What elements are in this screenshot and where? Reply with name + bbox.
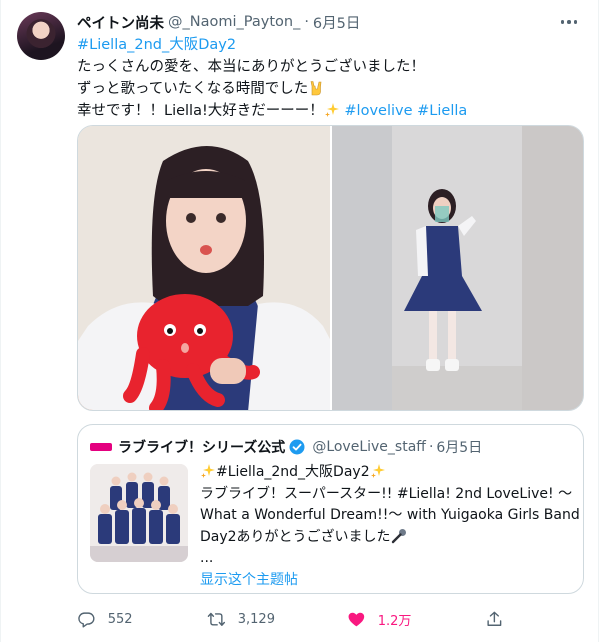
author-display-name[interactable]: ペイトン尚未 <box>77 12 164 33</box>
group-photo-illustration <box>90 464 188 562</box>
like-count: 1.2万 <box>377 614 412 629</box>
quoted-author-handle[interactable]: @LoveLive_staff <box>312 439 426 455</box>
tweet-text-line-2: たっくさんの愛を、本当にありがとうございました！ <box>77 59 425 75</box>
tweet-text-line-3: ずっと歌っていたくなる時間でした <box>77 81 309 97</box>
more-icon[interactable] <box>558 14 580 30</box>
media-grid <box>77 125 584 411</box>
photo-mirror-selfie[interactable] <box>331 126 583 410</box>
tweet-timestamp[interactable]: 6月5日 <box>313 12 360 33</box>
quoted-author-display-name[interactable]: ラブライブ！シリーズ公式 <box>118 437 285 457</box>
microphone-emoji-icon <box>391 528 406 543</box>
hashtag-liella-2nd-osaka-day2[interactable]: #Liella_2nd_大阪Day2 <box>77 37 236 53</box>
sparkle-emoji-icon <box>201 464 215 478</box>
like-icon <box>348 612 365 627</box>
quoted-tweet-header: ラブライブ！シリーズ公式 @LoveLive_staff · 6月5日 <box>90 437 482 457</box>
like-button[interactable]: 1.2万 <box>347 610 411 629</box>
reply-icon <box>78 612 95 628</box>
share-icon <box>487 611 502 626</box>
tweet-header: ペイトン尚未 @_Naomi_Payton_ · 6月5日 <box>77 12 360 32</box>
hashtag-liella[interactable]: #Liella <box>417 103 467 119</box>
quoted-header-separator: · <box>428 439 434 455</box>
verified-badge-icon <box>289 439 305 455</box>
author-avatar[interactable] <box>17 12 65 60</box>
quoted-tweet-thumbnail[interactable] <box>90 464 188 562</box>
quoted-tweet[interactable]: ラブライブ！シリーズ公式 @LoveLive_staff · 6月5日 #Lie… <box>77 424 584 594</box>
author-handle[interactable]: @_Naomi_Payton_ <box>168 14 300 30</box>
selfie-illustration <box>78 126 330 410</box>
retweet-button[interactable]: 3,129 <box>207 610 275 629</box>
sparkle-emoji-icon <box>324 103 339 117</box>
quoted-tweet-timestamp[interactable]: 6月5日 <box>436 437 482 457</box>
show-thread-link[interactable]: 显示这个主题帖 <box>200 572 298 588</box>
quoted-text-line-2: ラブライブ！スーパースター!! #Liella! 2nd LoveLive! ～ <box>200 485 573 502</box>
photo-selfie-with-octopus[interactable] <box>78 126 330 410</box>
tweet-text-line-4: 幸せです！！Liella!大好きだーーー！ <box>77 103 324 119</box>
tweet-text: #Liella_2nd_大阪Day2 たっくさんの愛を、本当にありがとうございま… <box>77 34 577 122</box>
hashtag-lovelive[interactable]: #lovelive <box>344 103 412 119</box>
quoted-hashtag-line: #Liella_2nd_大阪Day2 <box>216 464 370 480</box>
reply-button[interactable]: 552 <box>77 610 133 629</box>
lovelive-logo-icon <box>90 443 112 451</box>
retweet-icon <box>207 612 226 626</box>
quoted-text-line-4: Day2ありがとうございました <box>200 528 391 545</box>
reply-count: 552 <box>107 611 133 627</box>
mirror-selfie-illustration <box>331 126 583 410</box>
share-button[interactable] <box>485 610 504 629</box>
tweet-actions: 552 3,129 1.2万 <box>77 610 507 630</box>
quoted-text-ellipsis: ... <box>200 550 214 566</box>
rock-hand-emoji-icon <box>310 81 322 96</box>
quoted-tweet-text: #Liella_2nd_大阪Day2 ラブライブ！スーパースター!! #Liel… <box>200 462 580 591</box>
header-separator: · <box>304 14 309 30</box>
tweet-card[interactable]: ペイトン尚未 @_Naomi_Payton_ · 6月5日 #Liella_2n… <box>0 0 599 642</box>
retweet-count: 3,129 <box>237 611 275 627</box>
sparkle-emoji-icon <box>370 464 385 478</box>
quoted-text-line-3: What a Wonderful Dream!!～ with Yuigaoka … <box>200 507 580 523</box>
